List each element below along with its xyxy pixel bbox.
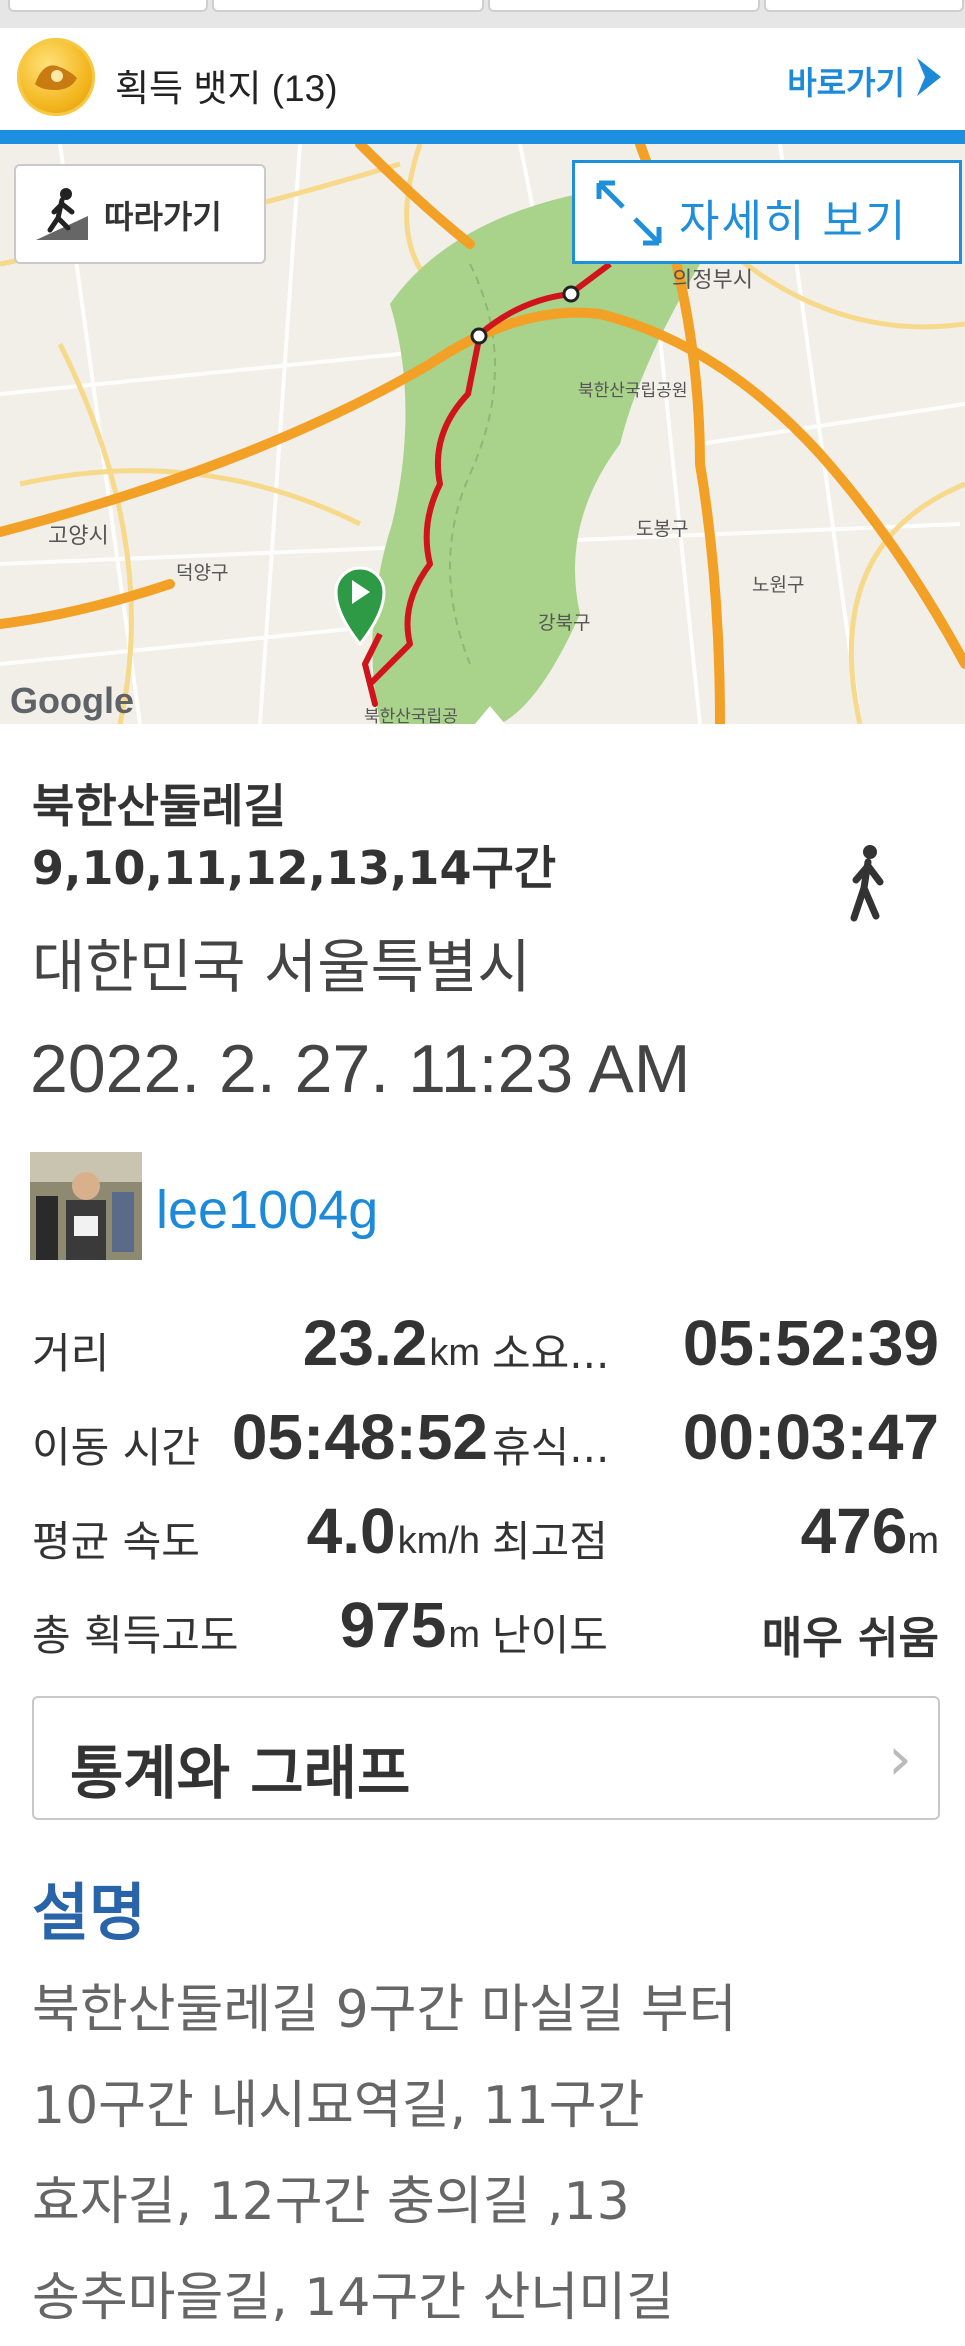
- stat-value: 05:48:52: [231, 1401, 488, 1473]
- map-label: 도봉구: [636, 518, 689, 540]
- badge-count-label: 획득 뱃지 (13): [115, 68, 338, 109]
- follow-button[interactable]: 따라가기: [14, 164, 266, 264]
- view-detail-label: 자세히 보기: [679, 196, 908, 247]
- tab-3[interactable]: [488, 0, 760, 12]
- stat-value: 05:52:39: [682, 1307, 939, 1379]
- description-line: 효자길, 12구간 충의길 ,13: [32, 2172, 630, 2232]
- badge-medal-icon: [17, 38, 95, 116]
- tab-2[interactable]: [212, 0, 484, 12]
- description-heading: 설명: [32, 1876, 147, 1949]
- stat-value: 476m: [800, 1495, 939, 1567]
- activity-subtitle: 9,10,11,12,13,14구간: [32, 841, 557, 895]
- stat-value: 4.0km/h: [306, 1495, 480, 1567]
- goto-badges-link[interactable]: 바로가기: [787, 58, 905, 104]
- accent-rule: [0, 130, 965, 144]
- description-line: 송추마을길, 14구간 산너미길: [32, 2268, 674, 2328]
- stat-label: 평균 속도: [32, 1517, 200, 1566]
- tab-4[interactable]: [764, 0, 964, 12]
- map-label: 북한산국립공: [364, 707, 458, 724]
- stats-graph-button[interactable]: 통계와 그래프 ›: [32, 1696, 940, 1820]
- activity-location: 대한민국 서울특별시: [32, 933, 531, 1001]
- description-line: 10구간 내시묘역길, 11구간: [32, 2076, 645, 2136]
- activity-title: 북한산둘레길: [32, 779, 286, 833]
- stat-label: 난이도: [492, 1611, 608, 1660]
- stat-value: 00:03:47: [682, 1401, 939, 1473]
- stat-row: 거리 23.2km 소요... 05:52:39: [0, 1298, 965, 1388]
- stat-value: 975m: [339, 1589, 480, 1661]
- map-label: 강북구: [538, 612, 591, 634]
- expand-icon: [596, 180, 662, 246]
- stat-label: 총 획득고도: [32, 1611, 239, 1660]
- view-detail-button[interactable]: 자세히 보기: [572, 160, 962, 264]
- map-label: 노원구: [752, 574, 805, 596]
- map-label: 덕양구: [176, 562, 229, 584]
- description-line: 북한산둘레길 9구간 마실길 부터: [32, 1980, 737, 2040]
- stat-row: 총 획득고도 975m 난이도 매우 쉬움: [0, 1580, 965, 1670]
- stat-value: 매우 쉬움: [761, 1613, 939, 1664]
- badge-bar[interactable]: 획득 뱃지 (13) 바로가기: [0, 28, 965, 132]
- map-label: 북한산국립공원: [578, 381, 688, 401]
- chevron-right-icon[interactable]: [911, 54, 951, 100]
- stat-label: 최고점: [492, 1517, 608, 1566]
- stat-row: 평균 속도 4.0km/h 최고점 476m: [0, 1486, 965, 1576]
- walking-icon: [850, 845, 884, 922]
- description-text: 북한산둘레길 9구간 마실길 부터 10구간 내시묘역길, 11구간 효자길, …: [32, 1962, 932, 2346]
- stat-row: 이동 시간 05:48:52 휴식... 00:03:47: [0, 1392, 965, 1482]
- stat-value: 23.2km: [302, 1307, 480, 1379]
- stat-label: 거리: [32, 1329, 110, 1378]
- follow-label: 따라가기: [104, 198, 222, 236]
- route-map[interactable]: 의정부시 북한산국립공원 고양시 덕양구 도봉구 노원구 강북구 북한산국립공 …: [0, 144, 965, 724]
- hiker-icon: [36, 188, 88, 240]
- stat-label: 이동 시간: [32, 1423, 200, 1472]
- google-logo: Google: [10, 680, 134, 721]
- activity-datetime: 2022. 2. 27. 11:23 AM: [30, 1031, 691, 1107]
- stats-graph-label: 통계와 그래프: [70, 1739, 411, 1807]
- map-label: 의정부시: [672, 268, 753, 293]
- stat-label: 휴식...: [492, 1423, 610, 1472]
- chevron-right-icon: ›: [888, 1724, 912, 1794]
- top-tab-strip: [0, 0, 965, 28]
- avatar[interactable]: [30, 1152, 142, 1260]
- map-label: 고양시: [48, 524, 109, 549]
- stat-label: 소요...: [492, 1329, 610, 1378]
- username-link[interactable]: lee1004g: [156, 1179, 378, 1241]
- tab-1[interactable]: [8, 0, 208, 12]
